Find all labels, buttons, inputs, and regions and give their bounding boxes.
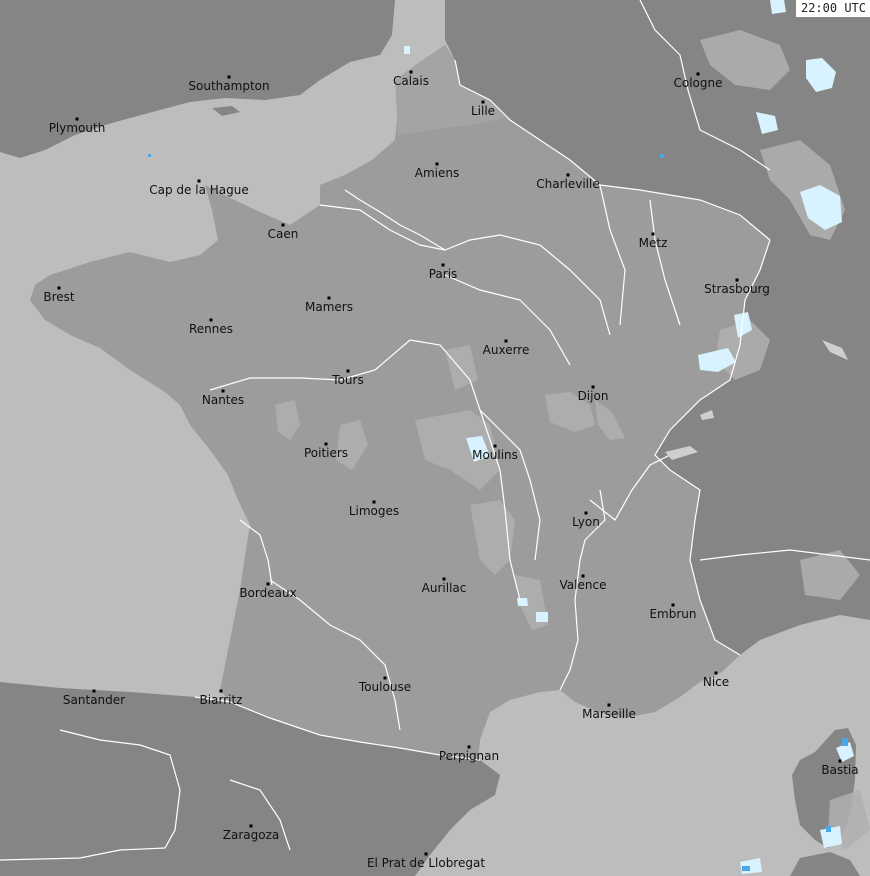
city-label: Limoges [348,504,400,518]
city-label: Nice [702,675,730,689]
city-label: Perpignan [438,749,500,763]
city-label: Bastia [821,763,859,777]
city-label: Nantes [201,393,245,407]
timestamp-badge: 22:00 UTC [794,0,870,18]
city-label: Caen [267,227,299,241]
city-label: Amiens [414,166,460,180]
weather-map[interactable]: Southampton Calais Cologne Plymouth Lille Cap… [0,0,870,876]
map-canvas [0,0,870,876]
city-label: Embrun [649,607,697,621]
city-label: Bordeaux [239,586,297,600]
city-label: Charleville [536,177,600,191]
city-label: Valence [559,578,607,592]
city-label: Lyon [572,515,600,529]
city-label: Biarritz [199,693,243,707]
city-label: Paris [428,267,458,281]
city-label: Rennes [188,322,234,336]
city-label: Dijon [577,389,609,403]
city-label: Tours [332,373,364,387]
city-label: Moulins [472,448,518,462]
city-label: Cologne [673,76,723,90]
city-label: Metz [638,236,668,250]
city-label: Auxerre [482,343,530,357]
city-label: Aurillac [421,581,467,595]
city-label: Santander [62,693,126,707]
city-label: Marseille [582,707,636,721]
city-label: Brest [43,290,75,304]
city-label: Calais [392,74,430,88]
city-label: Plymouth [48,121,106,135]
city-label: Southampton [188,79,270,93]
city-label: Cap de la Hague [149,183,249,197]
city-label: Toulouse [358,680,412,694]
city-label: Mamers [305,300,353,314]
city-label: El Prat de Llobregat [366,856,486,870]
city-label: Lille [470,104,496,118]
city-label: Strasbourg [704,282,770,296]
city-label: Poitiers [303,446,349,460]
city-label: Zaragoza [222,828,280,842]
